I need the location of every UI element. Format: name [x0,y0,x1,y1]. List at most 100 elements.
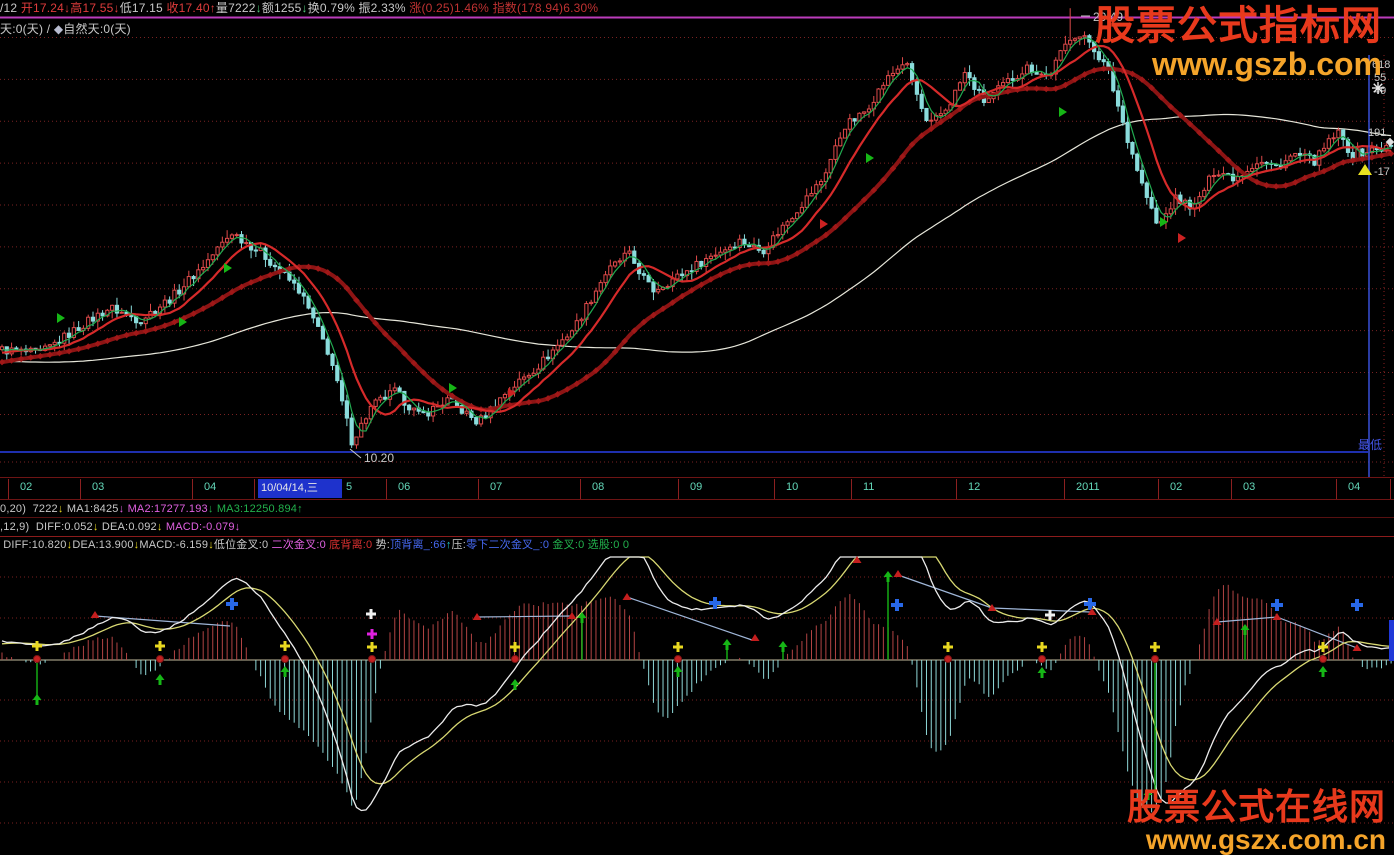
red-ma-line [2,46,1391,415]
date-label[interactable]: 2011 [1076,481,1100,493]
candle-body [896,69,899,73]
divergence-trendline [627,597,752,640]
date-label[interactable]: 07 [490,481,502,493]
candle-body [1083,36,1086,37]
red-dot-marker [34,656,41,663]
date-label[interactable]: 04 [1348,481,1360,493]
candle-body [1064,44,1067,50]
candle-body [614,262,617,266]
date-label[interactable]: 5 [346,481,352,493]
date-label[interactable]: 02 [20,481,32,493]
date-label[interactable]: 12 [968,481,980,493]
candle-body [728,247,731,250]
candle-body [594,291,597,302]
date-label[interactable]: 03 [1243,481,1255,493]
candle-body [973,78,976,90]
date-highlight-cursor[interactable]: 10/04/14,三 [258,479,342,498]
candle-body [484,416,487,418]
text-token: 0,20) [0,503,33,515]
candle-body [384,397,387,399]
candle-body [580,319,583,320]
text-token: ↓ [119,503,128,515]
chart-layer[interactable]: 20.4910.206185549191最低-17 [0,0,1394,843]
chart-svg[interactable]: 20.4910.206185549191最低-17 [0,0,1394,843]
date-label[interactable]: 11 [863,481,874,493]
date-axis[interactable]: 10/04/14,三 02 03 04 5 06 07 08 09 10 11 12 2011 02 03… [0,478,1394,500]
text-token: 0 [623,539,629,551]
month-tick [1336,479,1337,499]
text-token: MA3:12250.894 [217,503,297,515]
candle-body [77,328,80,331]
candle-body [599,283,602,291]
candle-body [805,196,808,208]
date-label[interactable]: 02 [1170,481,1182,493]
candle-body [920,94,923,108]
candle-body [762,250,765,253]
candle-body [958,83,961,90]
candle-body [345,401,348,418]
red-dot-marker [157,656,164,663]
candle-body [743,239,746,245]
date-label[interactable]: 09 [690,481,702,493]
candle-body [101,313,104,316]
candle-body [867,109,870,112]
watermark-bottom-title: 股票公式在线网 [1127,788,1386,825]
divergence-trendline [898,575,992,608]
candle-body [1327,139,1330,149]
rope-ma-diamond [1033,85,1040,92]
text-token: ↓ [157,521,166,533]
month-tick [478,479,479,499]
candle-body [178,290,181,294]
buy-signal-triangle [57,313,65,323]
candle-body [503,394,506,397]
candle-body [1145,183,1148,197]
red-peak-triangle [91,611,100,618]
candle-body [1069,40,1072,44]
date-label[interactable]: 06 [398,481,410,493]
text-token: MACD:-6.159 [139,539,208,551]
green-up-arrow [1241,624,1250,635]
red-peak-triangle [1353,644,1362,651]
green-up-arrow [281,666,290,677]
separator-line [0,536,1394,537]
text-token: 涨(0.25)1.46% [409,1,492,15]
month-tick [80,479,81,499]
candle-body [609,266,612,275]
signal-values-row: DIFF:10.820↓DEA:13.900↓MACD:-6.159↓低位金叉:… [0,538,629,553]
candle-body [925,108,928,120]
candle-body [882,85,885,89]
candle-body [786,222,789,225]
candle-body [810,194,813,196]
candle-body [312,308,315,318]
red-dot-marker [369,656,376,663]
text-token: DIFF:0.052 [36,521,93,533]
month-tick [851,479,852,499]
text-token: 高17.55 [70,1,113,15]
date-label[interactable]: 04 [204,481,216,493]
candle-body [963,73,966,83]
candle-body [1136,154,1139,170]
candle-body [709,256,712,258]
month-tick [386,479,387,499]
candle-body [681,274,684,276]
candle-body [815,185,818,194]
date-label[interactable]: 08 [592,481,604,493]
candle-body [1150,197,1153,208]
red-dot-marker [1039,656,1046,663]
candle-body [714,255,717,256]
candle-body [652,282,655,292]
candle-body [374,400,377,406]
text-token: 收17.40 [166,1,209,15]
buy-signal-triangle [449,383,457,393]
text-token: 量7222 [216,1,256,15]
month-tick [1390,479,1391,499]
candle-body [523,377,526,379]
text-token: 指数(178.94)6.30% [493,1,599,15]
candle-body [412,408,415,410]
date-label[interactable]: 10 [786,481,798,493]
text-token: ↑ [297,503,303,515]
candle-body [657,289,660,291]
candle-body [1140,170,1143,183]
date-label[interactable]: 03 [92,481,104,493]
candle-body [1322,148,1325,151]
